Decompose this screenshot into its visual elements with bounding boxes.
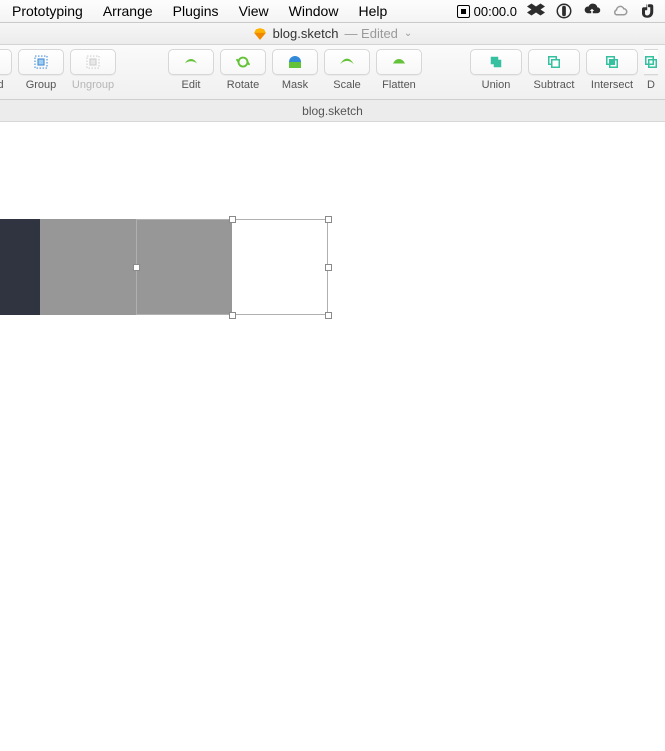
recording-timer[interactable]: 00:00.0	[457, 4, 517, 19]
handle-bottom-center[interactable]	[229, 312, 236, 319]
chevron-down-icon[interactable]: ⌄	[404, 28, 412, 39]
tool-rotate[interactable]: Rotate	[220, 49, 266, 91]
window-titlebar: blog.sketch — Edited ⌄	[0, 23, 665, 45]
tool-group-label: Group	[26, 79, 57, 91]
tool-edit[interactable]: Edit	[168, 49, 214, 91]
tool-intersect-label: Intersect	[591, 79, 633, 91]
menu-help[interactable]: Help	[348, 0, 397, 22]
toolbar: kward Group Ungroup Edit Rotate Mask Sca…	[0, 45, 665, 100]
document-name: blog.sketch	[273, 26, 339, 41]
tool-backward[interactable]: kward	[0, 49, 12, 91]
tab-bar: blog.sketch	[0, 100, 665, 122]
tool-intersect[interactable]: Intersect	[586, 49, 638, 91]
tool-mask[interactable]: Mask	[272, 49, 318, 91]
selection-rect[interactable]	[136, 219, 328, 315]
menu-prototyping[interactable]: Prototyping	[2, 0, 93, 22]
tool-flatten[interactable]: Flatten	[376, 49, 422, 91]
tool-subtract-label: Subtract	[534, 79, 575, 91]
tool-ungroup[interactable]: Ungroup	[70, 49, 116, 91]
shape-dark-segment	[0, 219, 40, 315]
tool-scale-label: Scale	[333, 79, 361, 91]
evernote-icon[interactable]	[639, 2, 657, 20]
handle-bottom-right[interactable]	[325, 312, 332, 319]
tool-flatten-label: Flatten	[382, 79, 416, 91]
tool-edit-label: Edit	[182, 79, 201, 91]
tool-difference[interactable]: D	[644, 49, 658, 91]
menu-arrange[interactable]: Arrange	[93, 0, 163, 22]
timer-value: 00:00.0	[474, 4, 517, 19]
menu-items: Prototyping Arrange Plugins View Window …	[2, 0, 397, 22]
tool-union[interactable]: Union	[470, 49, 522, 91]
stop-icon	[457, 5, 470, 18]
handle-top-right[interactable]	[325, 216, 332, 223]
sketch-doc-icon	[253, 27, 267, 41]
active-tab[interactable]: blog.sketch	[302, 104, 363, 118]
menubar: Prototyping Arrange Plugins View Window …	[0, 0, 665, 23]
menu-plugins[interactable]: Plugins	[163, 0, 229, 22]
tool-union-label: Union	[482, 79, 511, 91]
tool-scale[interactable]: Scale	[324, 49, 370, 91]
document-status: — Edited	[344, 26, 397, 41]
handle-mid-left[interactable]	[133, 264, 140, 271]
tool-group[interactable]: Group	[18, 49, 64, 91]
dropbox-icon[interactable]	[527, 2, 545, 20]
tool-subtract[interactable]: Subtract	[528, 49, 580, 91]
creative-cloud-icon[interactable]	[611, 2, 629, 20]
tool-difference-label: D	[647, 79, 655, 91]
tool-ungroup-label: Ungroup	[72, 79, 114, 91]
menu-window[interactable]: Window	[279, 0, 349, 22]
tool-mask-label: Mask	[282, 79, 308, 91]
tool-backward-label: kward	[0, 79, 4, 91]
onepassword-icon[interactable]	[555, 2, 573, 20]
handle-top-center[interactable]	[229, 216, 236, 223]
handle-mid-right[interactable]	[325, 264, 332, 271]
tool-rotate-label: Rotate	[227, 79, 259, 91]
menu-view[interactable]: View	[229, 0, 279, 22]
cloud-upload-icon[interactable]	[583, 2, 601, 20]
canvas[interactable]	[0, 122, 665, 751]
menubar-right: 00:00.0	[457, 2, 663, 20]
